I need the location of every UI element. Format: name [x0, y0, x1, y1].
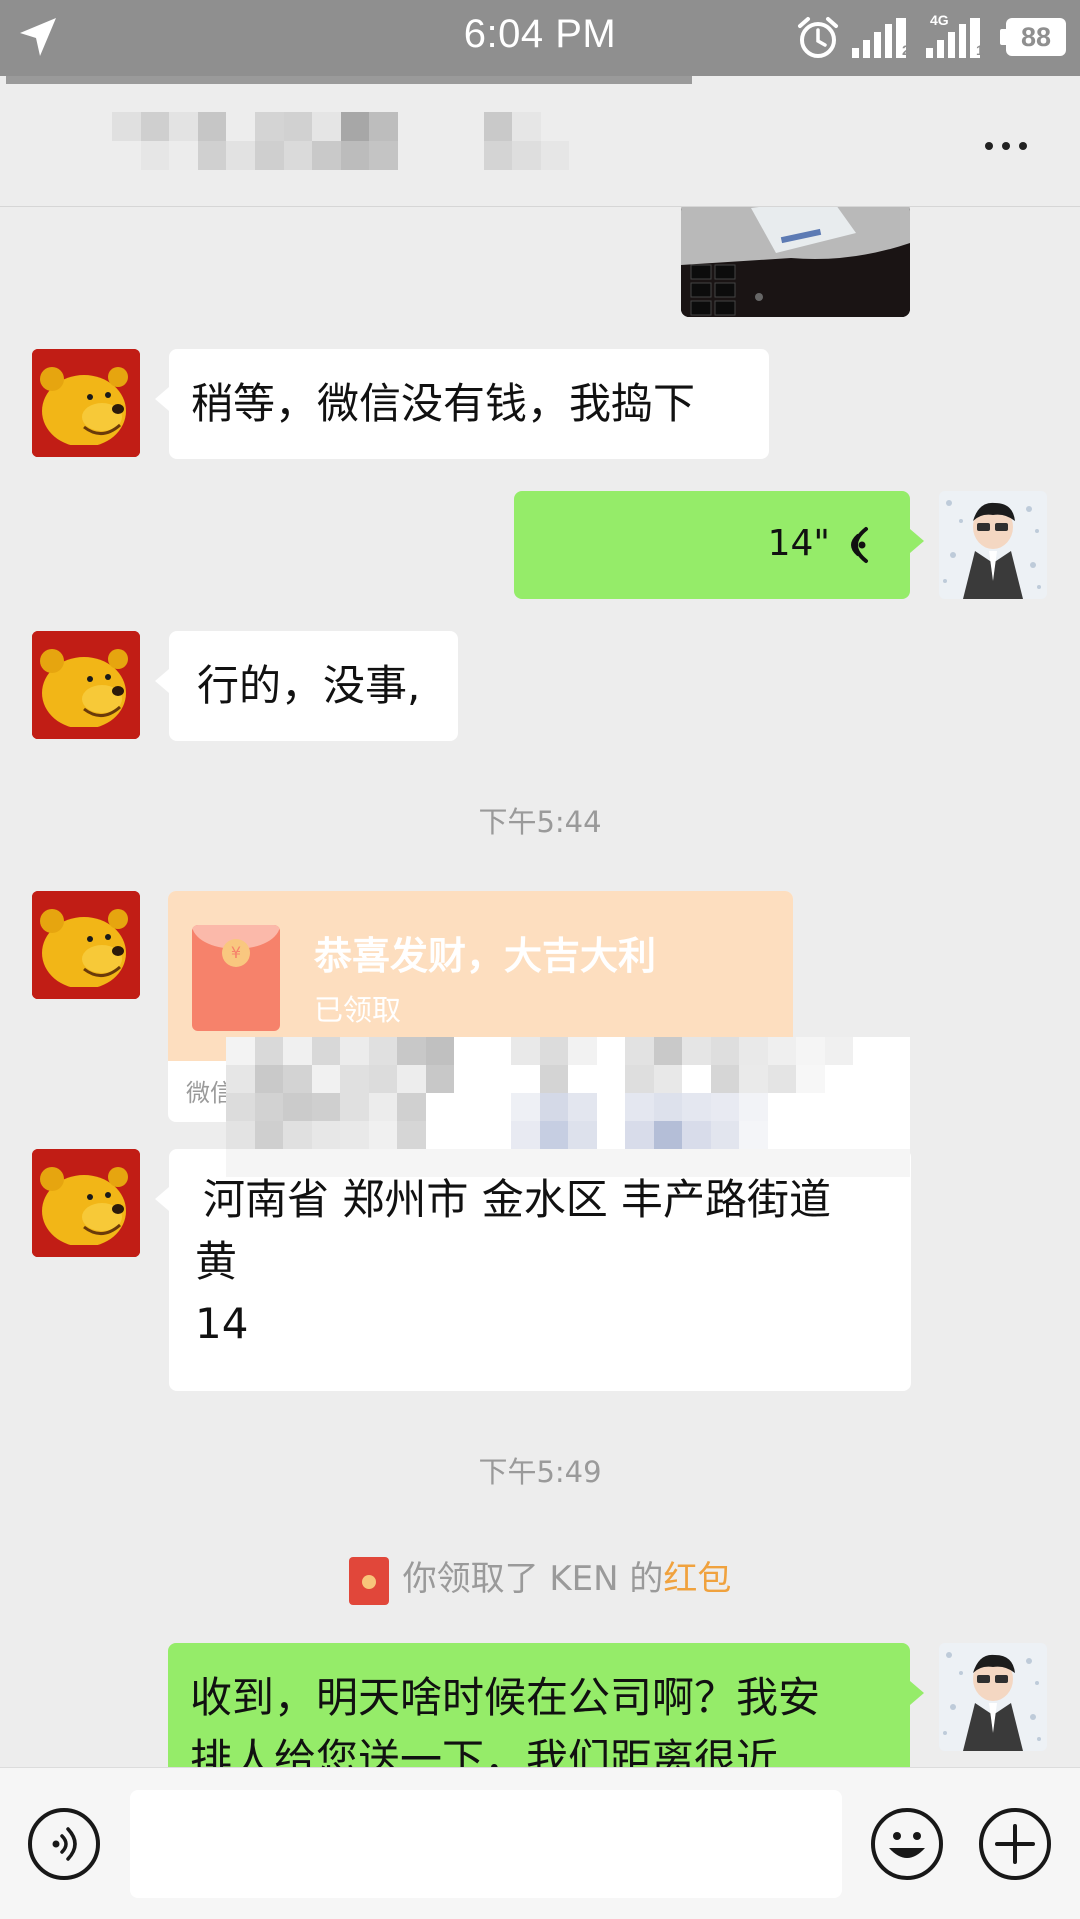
more-functions-button[interactable]	[979, 1808, 1051, 1880]
sim1-label: 2	[902, 42, 910, 58]
battery-level: 88	[1006, 18, 1066, 56]
battery-icon: 88	[1000, 18, 1068, 56]
red-envelope-icon: ¥	[192, 925, 280, 1031]
contact-avatar[interactable]	[32, 349, 140, 457]
more-options-button[interactable]	[966, 126, 1046, 166]
address-line-1: 河南省 郑州市 金水区 丰产路街道	[203, 1175, 832, 1224]
chat-title-redacted[interactable]	[112, 112, 598, 170]
chat-message-list[interactable]: 稍等，微信没有钱，我捣下 14" 行的，没事, 下午5:44 ¥ 恭喜发财，大吉…	[0, 207, 1080, 1767]
pooh-avatar-icon	[32, 1149, 140, 1257]
pooh-avatar-icon	[32, 631, 140, 739]
my-avatar[interactable]	[939, 1643, 1047, 1751]
message-bubble-incoming[interactable]: 行的，没事,	[155, 631, 458, 741]
message-input[interactable]	[130, 1790, 842, 1898]
image-message[interactable]	[681, 207, 910, 317]
pooh-avatar-icon	[32, 349, 140, 457]
voice-message-bubble[interactable]: 14"	[514, 491, 924, 599]
voice-wave-icon	[851, 527, 868, 563]
red-packet-link[interactable]: 红包	[663, 1559, 731, 1599]
red-envelope-small-icon	[348, 1556, 389, 1605]
voice-wave-icon	[52, 1827, 77, 1861]
pooh-avatar-icon	[32, 891, 140, 999]
address-message-bubble[interactable]: 河南省 郑州市 金水区 丰产路街道 黄 14	[155, 1149, 911, 1391]
message-line-1: 收到，明天啥时候在公司啊？我安	[190, 1673, 821, 1722]
smiley-face-icon	[889, 1832, 925, 1858]
address-line-3: 14	[195, 1299, 249, 1348]
sim2-sub-label: 1	[976, 42, 984, 58]
sim2-label: 4G	[930, 12, 949, 28]
message-line-2: 排人给您送一下，我们距离很近	[190, 1735, 779, 1767]
voice-input-button[interactable]	[28, 1808, 100, 1880]
my-avatar[interactable]	[939, 491, 1047, 599]
system-notice-text: 你领取了 KEN 的	[402, 1559, 664, 1599]
cartoon-man-avatar-icon	[939, 491, 1047, 599]
chat-timestamp: 下午5:44	[478, 805, 602, 839]
status-time: 6:04 PM	[463, 12, 617, 56]
red-packet-greeting: 恭喜发财，大吉大利	[314, 934, 657, 978]
red-packet-status: 已领取	[314, 993, 402, 1027]
nav-bar	[0, 84, 1080, 207]
photo-thumbnail-image	[681, 207, 910, 317]
contact-avatar[interactable]	[32, 891, 140, 999]
cartoon-man-avatar-icon	[939, 1643, 1047, 1751]
ellipsis-icon	[985, 142, 993, 150]
contact-avatar[interactable]	[32, 631, 140, 739]
address-line-2: 黄	[195, 1237, 238, 1286]
page-load-progress	[6, 76, 692, 84]
chat-timestamp: 下午5:49	[478, 1455, 602, 1489]
emoji-button[interactable]	[871, 1808, 943, 1880]
yuan-coin-icon: ¥	[222, 939, 250, 967]
input-bar	[0, 1767, 1080, 1919]
system-notice: 你领取了 KEN 的红包	[0, 1551, 1080, 1605]
redacted-address-mosaic	[226, 1037, 910, 1177]
alarm-clock-icon	[798, 17, 838, 58]
message-bubble-incoming[interactable]: 稍等，微信没有钱，我捣下	[155, 349, 769, 459]
message-bubble-outgoing[interactable]: 收到，明天啥时候在公司啊？我安 排人给您送一下，我们距离很近	[168, 1643, 924, 1767]
contact-avatar[interactable]	[32, 1149, 140, 1257]
plus-icon	[995, 1824, 1035, 1864]
voice-duration: 14"	[767, 523, 830, 564]
status-bar: 6:04 PM 2 4G 1 88	[0, 0, 1080, 84]
